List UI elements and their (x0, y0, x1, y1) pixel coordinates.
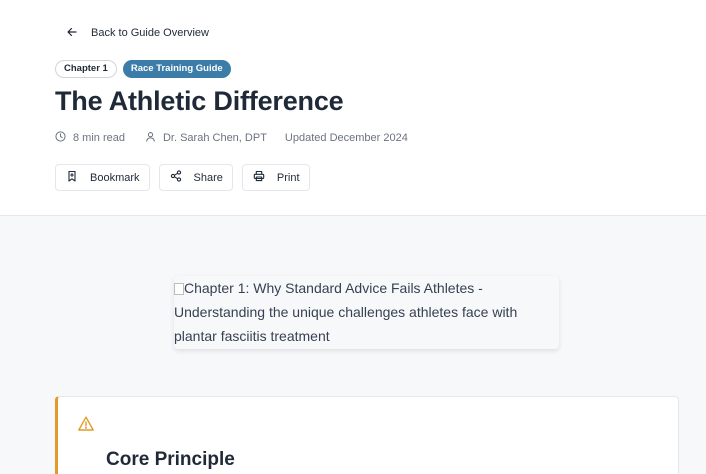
article-actions: Bookmark Share Print (55, 164, 310, 191)
hero-image-alt-text: Chapter 1: Why Standard Advice Fails Ath… (174, 280, 518, 344)
page-title: The Athletic Difference (55, 86, 344, 116)
print-label: Print (276, 171, 300, 184)
back-to-guide-link[interactable]: Back to Guide Overview (66, 24, 209, 42)
core-principle-callout: Core Principle (55, 396, 679, 474)
read-time-label: 8 min read (73, 132, 125, 144)
clock-icon (55, 131, 66, 145)
user-icon (145, 131, 156, 145)
share-label: Share (193, 171, 223, 184)
printer-icon (253, 170, 265, 185)
article-content: Chapter 1: Why Standard Advice Fails Ath… (0, 216, 706, 474)
page: Back to Guide Overview Chapter 1 Race Tr… (0, 0, 706, 474)
chapter-badge: Chapter 1 (55, 60, 117, 78)
author-name: Dr. Sarah Chen, DPT (162, 132, 267, 144)
bookmark-button[interactable]: Bookmark (55, 164, 150, 191)
bookmark-label: Bookmark (90, 171, 140, 184)
warning-triangle-icon (77, 415, 95, 433)
broken-image-icon (174, 283, 184, 295)
hero-image: Chapter 1: Why Standard Advice Fails Ath… (174, 276, 559, 349)
badge-row: Chapter 1 Race Training Guide (55, 60, 231, 78)
bookmark-icon (66, 170, 78, 185)
arrow-left-icon (66, 26, 78, 41)
share-icon (170, 170, 182, 185)
author: Dr. Sarah Chen, DPT (145, 131, 267, 145)
guide-badge: Race Training Guide (122, 60, 231, 78)
article-header: Back to Guide Overview Chapter 1 Race Tr… (0, 0, 706, 216)
read-time: 8 min read (55, 131, 125, 145)
callout-title: Core Principle (106, 449, 235, 470)
share-button[interactable]: Share (158, 164, 233, 191)
back-link-label: Back to Guide Overview (91, 27, 209, 39)
article-meta: 8 min read Dr. Sarah Chen, DPT Updated D… (55, 130, 408, 146)
print-button[interactable]: Print (241, 164, 310, 191)
updated-date: Updated December 2024 (284, 132, 408, 144)
